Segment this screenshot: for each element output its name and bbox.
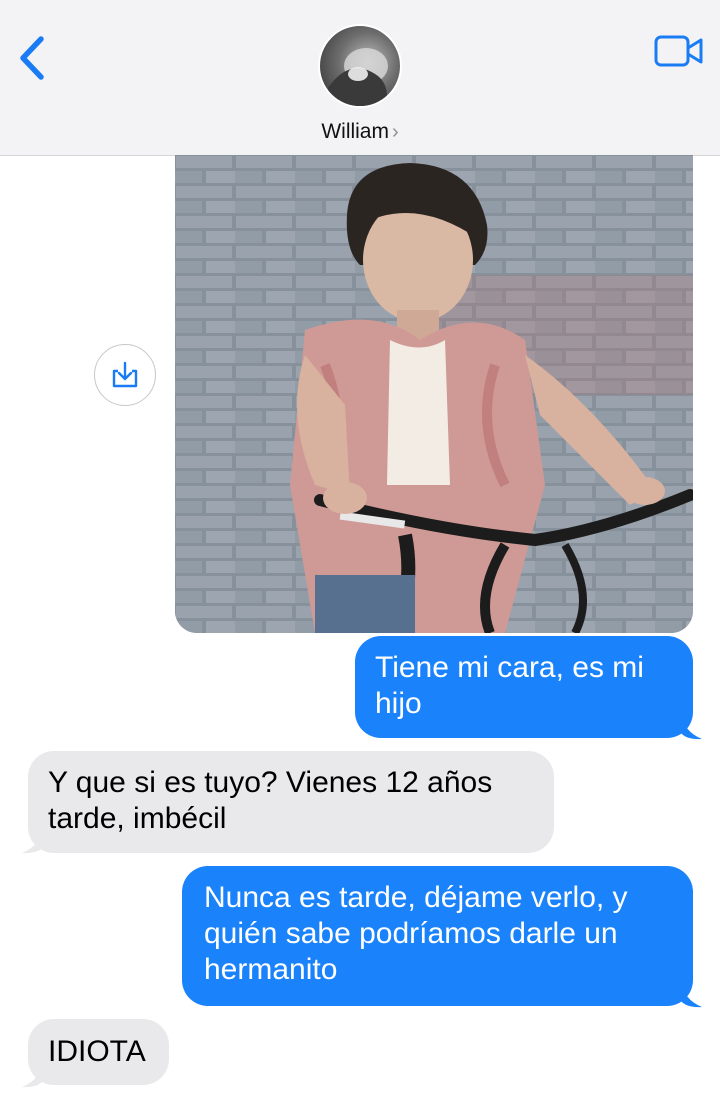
conversation-header: William › <box>0 0 720 156</box>
message-bubble-outgoing[interactable]: Nunca es tarde, déjame verlo, y quién sa… <box>182 866 693 1006</box>
message-text-line: Y que si es tuyo? Vienes 12 años <box>48 766 493 799</box>
chevron-left-icon <box>20 36 44 80</box>
contact-name-button[interactable]: William › <box>0 120 720 144</box>
message-text-line: hermanito <box>204 953 338 986</box>
message-text-line: IDIOTA <box>48 1035 146 1068</box>
message-bubble-incoming[interactable]: Y que si es tuyo? Vienes 12 años tarde, … <box>28 751 554 853</box>
message-text-line: quién sabe podríamos darle un <box>204 917 618 950</box>
save-photo-button[interactable] <box>94 344 156 406</box>
message-text-line: tarde, imbécil <box>48 802 227 835</box>
message-bubble-outgoing[interactable]: Tiene mi cara, es mi hijo <box>355 636 693 738</box>
bubble-tail-incoming <box>22 1060 44 1088</box>
photo-attachment[interactable] <box>175 155 693 633</box>
contact-name: William <box>321 120 389 143</box>
bubble-tail-incoming <box>22 826 44 854</box>
bubble-tail-outgoing <box>680 980 702 1008</box>
photo-image <box>175 155 693 633</box>
video-camera-icon <box>654 35 703 67</box>
video-call-button[interactable] <box>654 34 704 68</box>
message-text-line: Tiene mi cara, es mi <box>375 651 644 684</box>
back-button[interactable] <box>10 32 54 84</box>
avatar-photo <box>328 48 388 106</box>
message-text-line: hijo <box>375 687 422 720</box>
bubble-tail-outgoing <box>680 712 702 740</box>
download-icon <box>112 361 138 388</box>
contact-avatar[interactable] <box>318 24 402 108</box>
message-bubble-incoming[interactable]: IDIOTA <box>28 1019 169 1085</box>
chevron-right-icon: › <box>391 121 399 143</box>
message-text-line: Nunca es tarde, déjame verlo, y <box>204 881 628 914</box>
